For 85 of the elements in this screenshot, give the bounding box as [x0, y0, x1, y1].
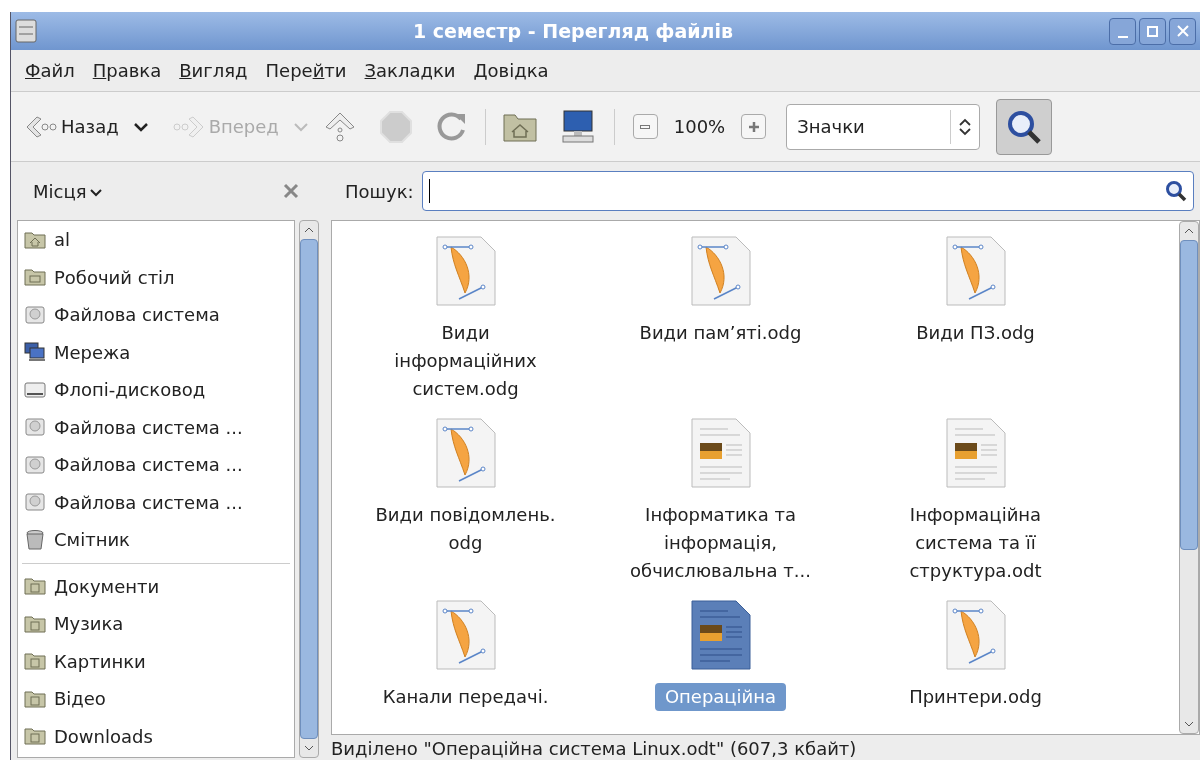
sidebar-item[interactable]: Робочий стіл: [18, 258, 294, 296]
folder-icon: [24, 575, 46, 598]
zoom-in-button[interactable]: [741, 114, 767, 139]
window-title: 1 семестр - Перегляд файлів: [411, 18, 735, 44]
drive-icon: [24, 491, 46, 514]
drawing-file-icon: [434, 235, 497, 307]
drawing-file-icon: [434, 599, 497, 671]
file-item[interactable]: Інформаційна система та її структура.odt: [848, 417, 1103, 599]
close-button[interactable]: [1169, 17, 1196, 45]
sidebar-item[interactable]: Downloads: [18, 717, 294, 755]
sidebar-item[interactable]: Файлова система: [18, 296, 294, 334]
close-icon[interactable]: [283, 183, 299, 199]
file-name: Види пам’яті.odg: [638, 321, 803, 345]
minimize-button[interactable]: [1109, 17, 1136, 45]
sidebar-item[interactable]: Смітник: [18, 521, 294, 559]
sidebar-item[interactable]: Документи: [18, 567, 294, 605]
drawing-file-icon: [944, 235, 1007, 307]
file-name: Види інформаційних систем.odg: [393, 321, 538, 401]
sidebar-item[interactable]: Файлова система ...: [18, 408, 294, 446]
search-toggle-button[interactable]: [996, 98, 1053, 155]
file-item[interactable]: Інформатика та інформація, обчислювальна т...: [593, 417, 848, 599]
search-field[interactable]: [421, 171, 1194, 211]
sidebar-item[interactable]: Відео: [18, 680, 294, 718]
search-icon: [1165, 180, 1187, 202]
sidebar-item[interactable]: Флопі-дисковод: [18, 371, 294, 409]
drive-icon: [24, 453, 46, 476]
drawing-file-icon: [434, 417, 497, 489]
back-arrow-icon: [25, 114, 57, 139]
drawing-file-icon: [689, 235, 752, 307]
view-select[interactable]: Значки: [786, 103, 981, 150]
forward-arrow-icon: [172, 114, 205, 139]
desktop-folder-icon: [24, 266, 46, 289]
computers-icon: [24, 341, 46, 364]
file-name: Операційна: [654, 683, 787, 711]
plus-icon: [747, 120, 760, 133]
file-name: Принтери.odg: [908, 685, 1043, 709]
file-item[interactable]: Види повідомлень. odg: [338, 417, 593, 599]
drive-icon: [24, 416, 46, 439]
scrollbar[interactable]: [299, 220, 319, 758]
file-name: Інформаційна система та її структура.odt: [908, 503, 1043, 583]
file-item[interactable]: Види пам’яті.odg: [593, 235, 848, 417]
sidebar-item[interactable]: al: [18, 221, 294, 259]
menu-item[interactable]: Довідка: [467, 57, 555, 84]
menu-item[interactable]: Правка: [86, 57, 168, 84]
sidebar-item[interactable]: Музика: [18, 605, 294, 643]
scrollbar-thumb[interactable]: [300, 239, 318, 739]
menu-item[interactable]: Вигляд: [173, 57, 254, 84]
sidebar-item[interactable]: Файлова система ...: [18, 446, 294, 484]
file-item[interactable]: Канали передачі.: [338, 599, 593, 734]
scrollbar[interactable]: [1179, 221, 1199, 734]
document-file-icon: [944, 417, 1007, 489]
file-item[interactable]: Принтери.odg: [848, 599, 1103, 734]
search-icon: [1006, 108, 1043, 145]
search-label: Пошук:: [345, 179, 414, 204]
file-name: Канали передачі.: [381, 685, 550, 709]
close-icon: [1176, 25, 1189, 37]
trash-icon: [24, 528, 46, 551]
document-file-icon: [689, 599, 752, 671]
maximize-button[interactable]: [1139, 17, 1166, 45]
file-name: Види ПЗ.odg: [915, 321, 1036, 345]
scrollbar-thumb[interactable]: [1180, 240, 1198, 550]
sidebar-item[interactable]: Файлова система ...: [18, 483, 294, 521]
menu-item[interactable]: Перейти: [259, 57, 353, 84]
zoom-level: 100%: [673, 115, 726, 139]
computer-icon[interactable]: [559, 108, 596, 145]
menu-item[interactable]: Закладки: [358, 57, 462, 84]
back-button[interactable]: Назад: [25, 113, 119, 140]
file-name: Види повідомлень. odg: [374, 503, 557, 555]
file-item[interactable]: Види інформаційних систем.odg: [338, 235, 593, 417]
caret-icon: [88, 187, 103, 198]
sidebar-item[interactable]: Мережа: [18, 333, 294, 371]
app-icon: [15, 19, 37, 43]
file-name: Інформатика та інформація, обчислювальна т...: [629, 503, 812, 583]
document-file-icon: [689, 417, 752, 489]
places-dropdown[interactable]: Місця: [33, 177, 103, 205]
file-item[interactable]: Види ПЗ.odg: [848, 235, 1103, 417]
folder-icon: [24, 725, 46, 748]
sidebar-item[interactable]: Картинки: [18, 642, 294, 680]
folder-icon: [24, 650, 46, 673]
menu-item[interactable]: Файл: [19, 57, 81, 84]
zoom-out-button[interactable]: [632, 114, 658, 139]
drawing-file-icon: [944, 599, 1007, 671]
status-text: Виділено "Операційна система Linux.odt" (607,3 кбайт): [331, 737, 857, 760]
drive-icon: [24, 303, 46, 326]
caret-icon[interactable]: [132, 121, 149, 132]
